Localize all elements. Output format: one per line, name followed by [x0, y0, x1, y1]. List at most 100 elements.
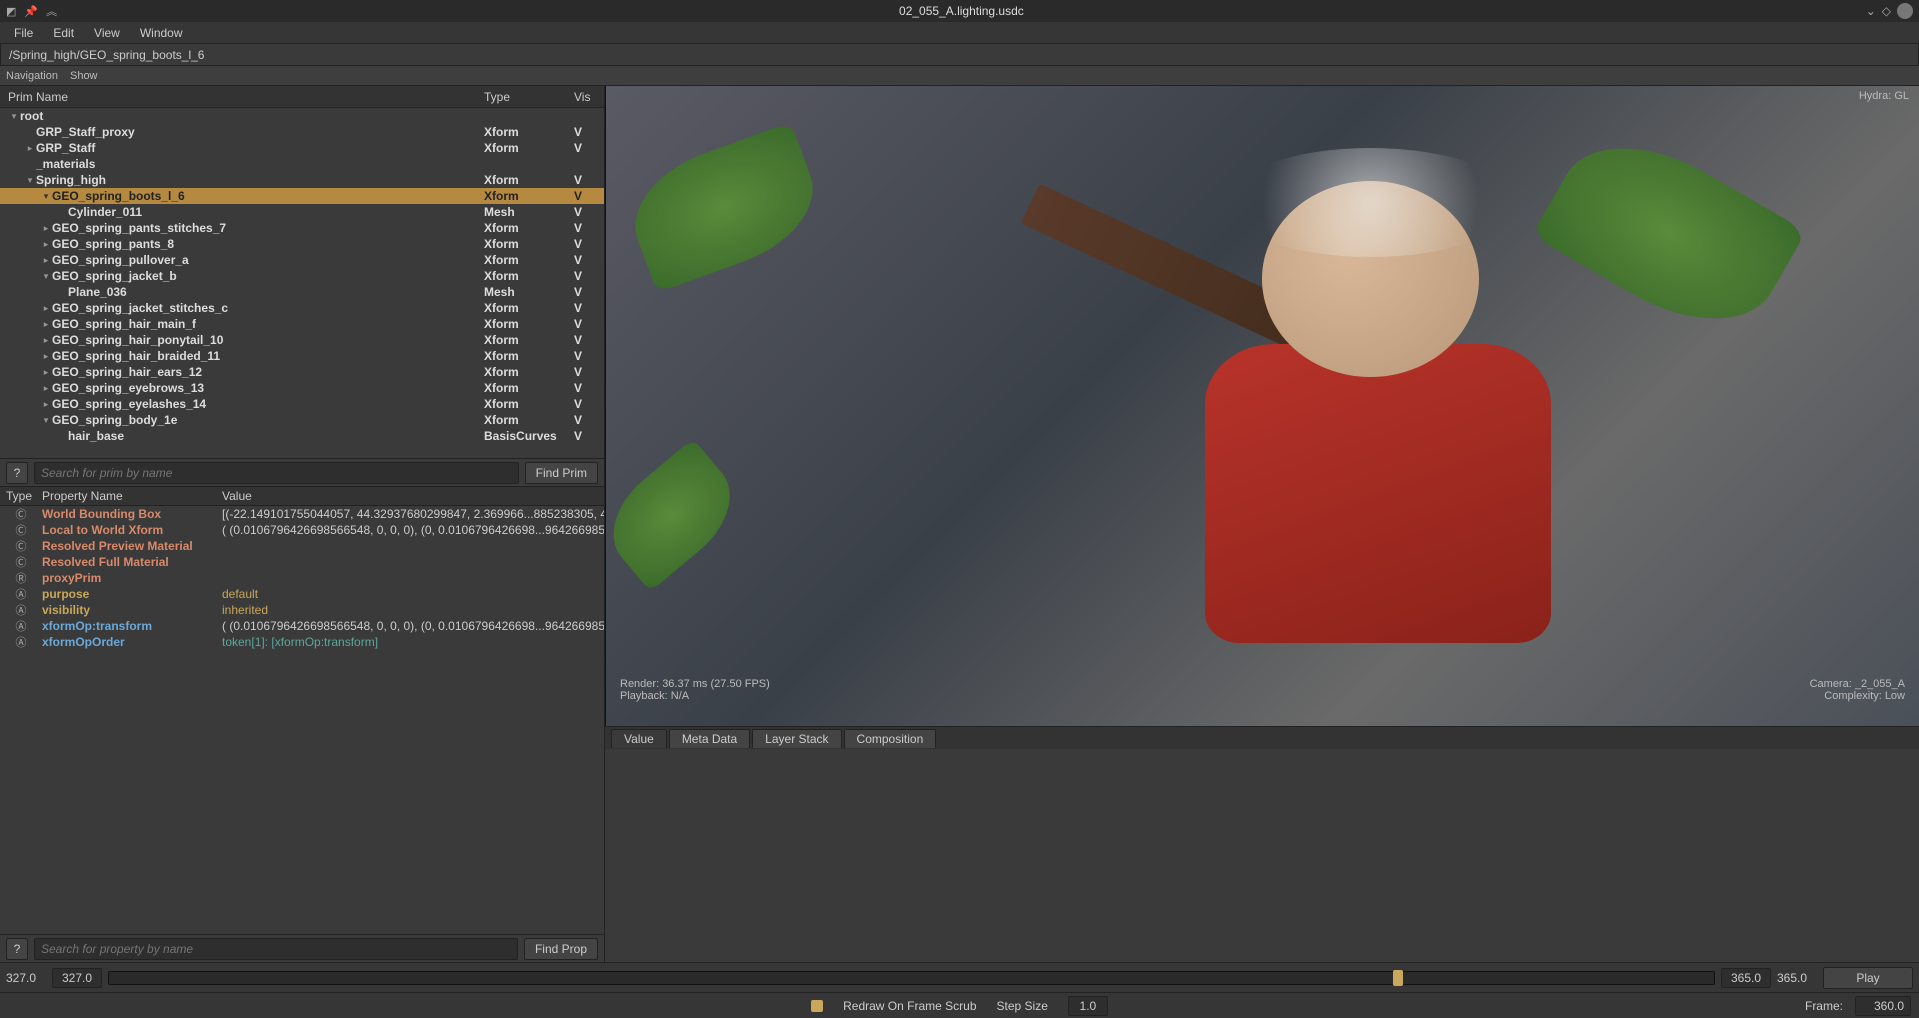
tree-row[interactable]: ▸GEO_spring_jacket_stitches_cXformV	[0, 300, 604, 316]
expand-icon[interactable]: ▸	[40, 319, 52, 330]
tree-col-type[interactable]: Type	[484, 90, 574, 104]
minimize-icon[interactable]: ⌄	[1866, 4, 1876, 18]
property-row[interactable]: ⒸResolved Preview Material	[0, 538, 604, 554]
props-col-value[interactable]: Value	[218, 489, 604, 503]
tree-row[interactable]: ▸GEO_spring_pullover_aXformV	[0, 252, 604, 268]
timeline-slider[interactable]	[108, 971, 1715, 985]
pin-icon[interactable]: 📌	[24, 5, 38, 18]
redraw-checkbox[interactable]	[811, 1000, 823, 1012]
tree-item-name: Cylinder_011	[68, 205, 484, 219]
tree-col-vis[interactable]: Vis	[574, 90, 604, 104]
tree-row[interactable]: ▸GEO_spring_eyelashes_14XformV	[0, 396, 604, 412]
tree-row[interactable]: Cylinder_011MeshV	[0, 204, 604, 220]
tree-item-type: Xform	[484, 365, 574, 379]
property-row[interactable]: ⒸWorld Bounding Box[(-22.149101755044057…	[0, 506, 604, 522]
tab-metadata[interactable]: Meta Data	[669, 729, 750, 748]
timeline-handle[interactable]	[1393, 970, 1403, 986]
viewport[interactable]: Hydra: GL Render: 36.37 ms (27.50 FPS) P…	[605, 86, 1919, 726]
tree-row[interactable]: ▾GEO_spring_jacket_bXformV	[0, 268, 604, 284]
tree-row[interactable]: ▾Spring_highXformV	[0, 172, 604, 188]
tree-item-type: BasisCurves	[484, 429, 574, 443]
tree-row[interactable]: ▸GEO_spring_hair_ears_12XformV	[0, 364, 604, 380]
expand-icon[interactable]: ▾	[40, 191, 52, 202]
tree-row[interactable]: ▾GEO_spring_body_1eXformV	[0, 412, 604, 428]
tree-row[interactable]: Plane_036MeshV	[0, 284, 604, 300]
prop-search-help[interactable]: ?	[6, 938, 28, 960]
tree-col-name[interactable]: Prim Name	[0, 90, 484, 104]
tree-row[interactable]: ▾GEO_spring_boots_l_6XformV	[0, 188, 604, 204]
menu-bar: File Edit View Window	[0, 22, 1919, 44]
expand-icon[interactable]: ▸	[40, 255, 52, 266]
expand-icon[interactable]: ▸	[40, 335, 52, 346]
frame-input[interactable]	[1855, 996, 1911, 1016]
stepsize-input[interactable]	[1068, 996, 1108, 1016]
expand-icon[interactable]: ▾	[40, 415, 52, 426]
tree-header: Prim Name Type Vis	[0, 86, 604, 108]
tree-row[interactable]: ▸GRP_StaffXformV	[0, 140, 604, 156]
timeline-end-input[interactable]	[1721, 968, 1771, 988]
tree-row[interactable]: ▸GEO_spring_hair_ponytail_10XformV	[0, 332, 604, 348]
nav-bar: Navigation Show	[0, 66, 1919, 86]
tree-item-type: Xform	[484, 317, 574, 331]
viewport-canvas[interactable]	[606, 86, 1919, 726]
tree-row[interactable]: ▸GEO_spring_pants_8XformV	[0, 236, 604, 252]
nav-navigation[interactable]: Navigation	[6, 70, 58, 82]
expand-icon[interactable]: ▾	[8, 111, 20, 122]
tab-layerstack[interactable]: Layer Stack	[752, 729, 841, 748]
prop-search-input[interactable]	[34, 938, 518, 960]
tree-item-name: GEO_spring_jacket_stitches_c	[52, 301, 484, 315]
property-row[interactable]: Ⓐpurposedefault	[0, 586, 604, 602]
tab-value[interactable]: Value	[611, 729, 667, 748]
close-icon[interactable]	[1897, 3, 1913, 19]
expand-icon[interactable]: ▸	[40, 223, 52, 234]
property-row[interactable]: ⒸLocal to World Xform( (0.01067964266985…	[0, 522, 604, 538]
menu-file[interactable]: File	[4, 24, 43, 42]
property-row[interactable]: ⒶxformOp:transform( (0.01067964266985665…	[0, 618, 604, 634]
props-col-type[interactable]: Type	[0, 489, 42, 503]
tree-item-type: Xform	[484, 269, 574, 283]
expand-icon[interactable]: ▸	[40, 399, 52, 410]
maximize-icon[interactable]: ◇	[1882, 4, 1891, 18]
tree-body[interactable]: ▾rootGRP_Staff_proxyXformV▸GRP_StaffXfor…	[0, 108, 604, 458]
expand-icon[interactable]: ▸	[40, 303, 52, 314]
tree-row[interactable]: ▸GEO_spring_hair_main_fXformV	[0, 316, 604, 332]
property-row[interactable]: ⒸResolved Full Material	[0, 554, 604, 570]
tree-row[interactable]: ▸GEO_spring_eyebrows_13XformV	[0, 380, 604, 396]
prim-path-bar[interactable]: /Spring_high/GEO_spring_boots_l_6	[0, 44, 1919, 66]
props-col-name[interactable]: Property Name	[42, 489, 218, 503]
find-prop-button[interactable]: Find Prop	[524, 938, 598, 960]
timeline-start-input[interactable]	[52, 968, 102, 988]
tree-row[interactable]: ▸GEO_spring_hair_braided_11XformV	[0, 348, 604, 364]
tree-item-vis: V	[574, 429, 604, 443]
expand-icon[interactable]: ▸	[40, 383, 52, 394]
expand-icon[interactable]: ▸	[40, 239, 52, 250]
tree-row[interactable]: _materials	[0, 156, 604, 172]
expand-icon[interactable]: ▸	[40, 351, 52, 362]
prim-search-help[interactable]: ?	[6, 462, 28, 484]
nav-show[interactable]: Show	[70, 70, 98, 82]
menu-window[interactable]: Window	[130, 24, 193, 42]
tree-item-type: Xform	[484, 253, 574, 267]
menu-view[interactable]: View	[84, 24, 130, 42]
tree-row[interactable]: GRP_Staff_proxyXformV	[0, 124, 604, 140]
property-row[interactable]: ⒶxformOpOrdertoken[1]: [xformOp:transfor…	[0, 634, 604, 650]
play-button[interactable]: Play	[1823, 967, 1913, 989]
prop-value: inherited	[218, 603, 604, 617]
expand-icon[interactable]: ▾	[24, 175, 36, 186]
prim-search-input[interactable]	[34, 462, 519, 484]
expand-icon[interactable]: ▸	[40, 367, 52, 378]
chevron-up-icon[interactable]: ︽	[46, 3, 57, 19]
property-row[interactable]: Ⓐvisibilityinherited	[0, 602, 604, 618]
tree-row[interactable]: ▸GEO_spring_pants_stitches_7XformV	[0, 220, 604, 236]
expand-icon[interactable]: ▾	[40, 271, 52, 282]
menu-edit[interactable]: Edit	[43, 24, 84, 42]
tab-composition[interactable]: Composition	[844, 729, 937, 748]
find-prim-button[interactable]: Find Prim	[525, 462, 598, 484]
property-row[interactable]: ⓇproxyPrim	[0, 570, 604, 586]
tree-row[interactable]: ▾root	[0, 108, 604, 124]
tree-item-name: GEO_spring_hair_main_f	[52, 317, 484, 331]
props-body[interactable]: ⒸWorld Bounding Box[(-22.149101755044057…	[0, 506, 604, 934]
tree-item-type: Xform	[484, 301, 574, 315]
expand-icon[interactable]: ▸	[24, 143, 36, 154]
tree-row[interactable]: hair_baseBasisCurvesV	[0, 428, 604, 444]
